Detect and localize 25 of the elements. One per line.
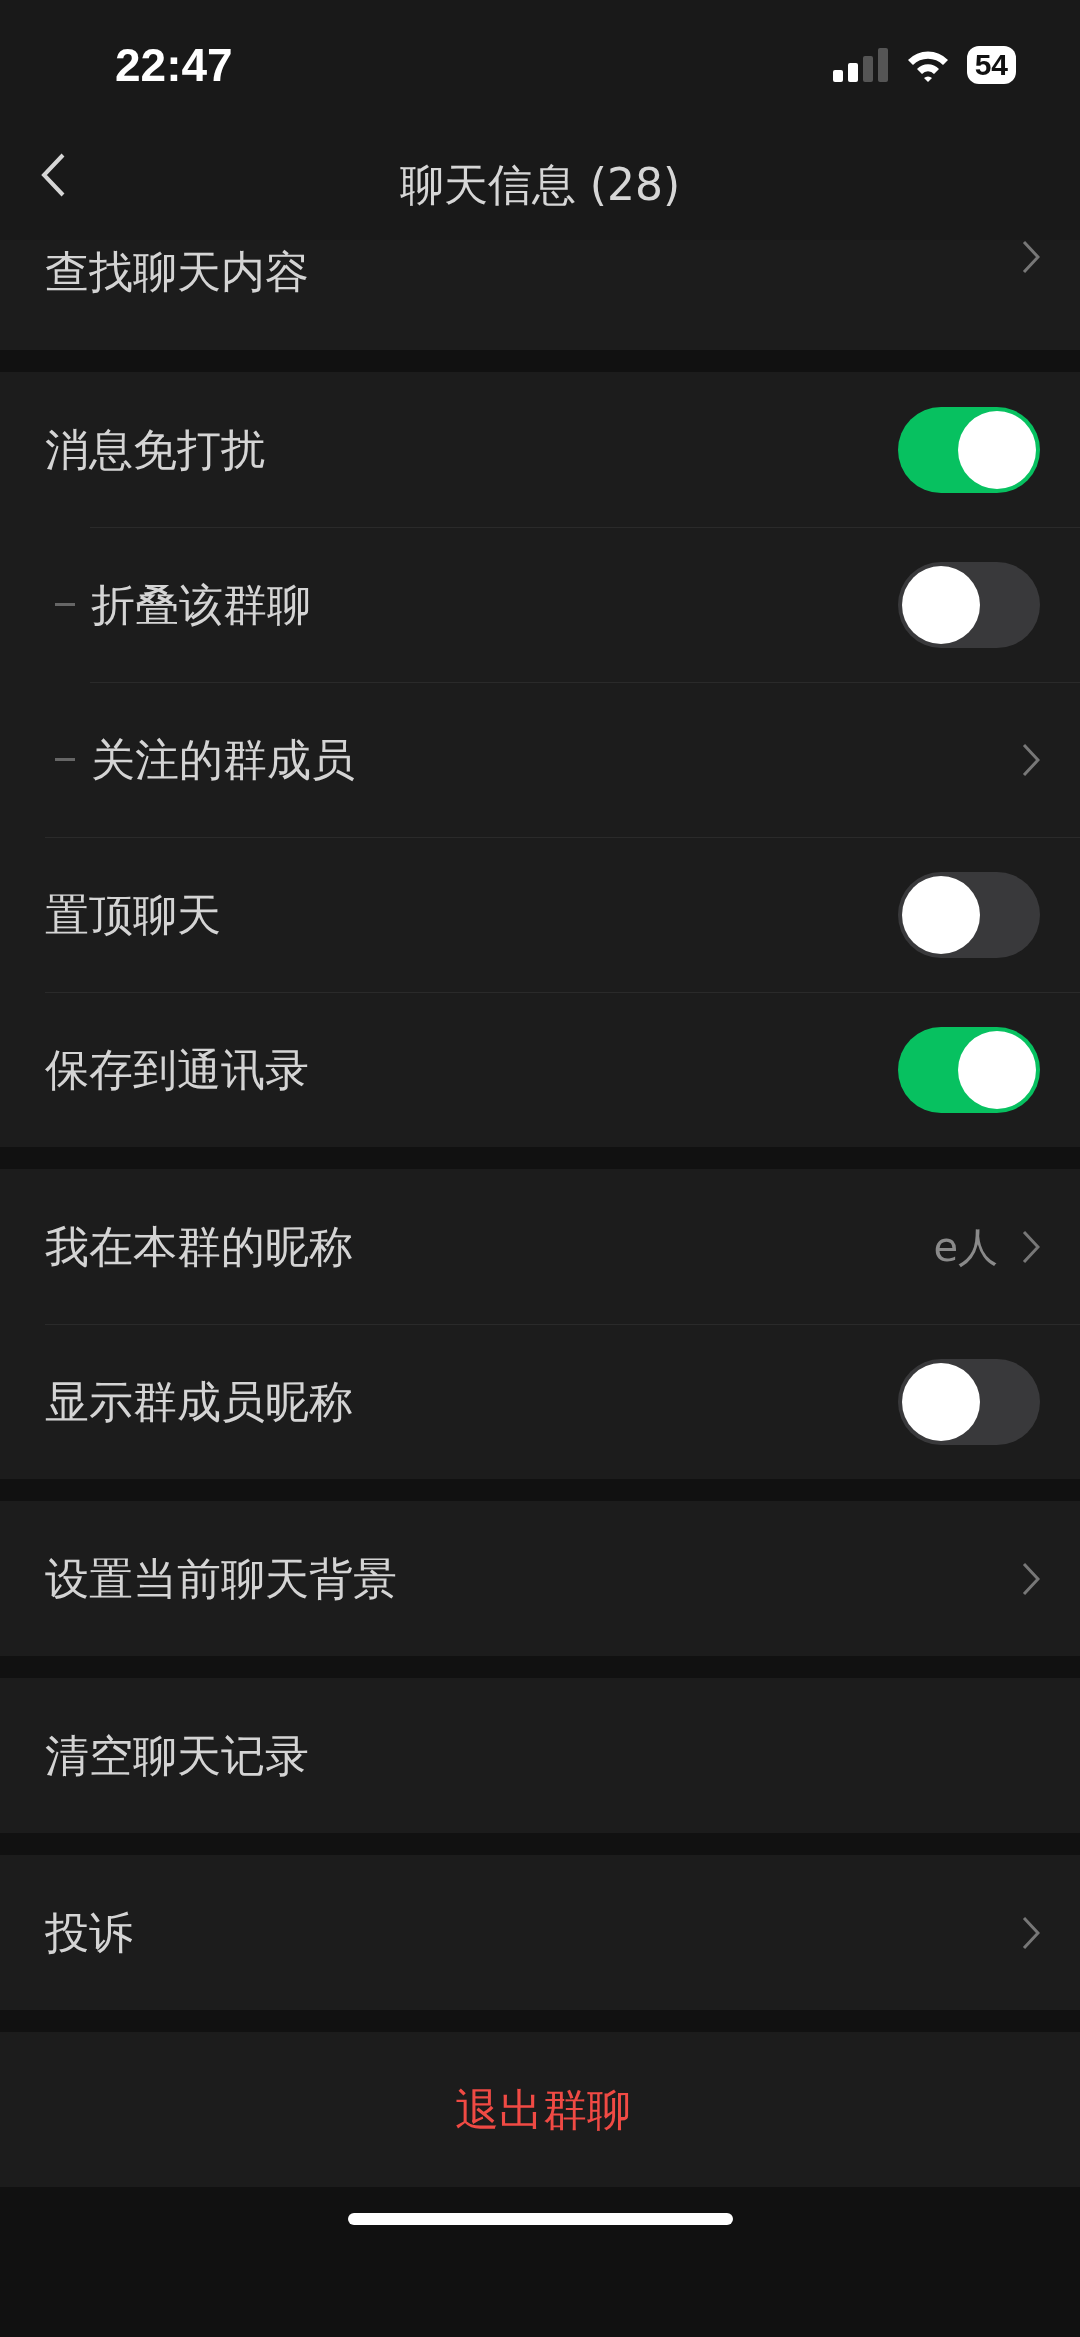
row-label: 关注的群成员 xyxy=(91,732,355,787)
signal-icon xyxy=(832,48,889,82)
dash-icon xyxy=(55,603,75,606)
row-label: 我在本群的昵称 xyxy=(45,1219,353,1274)
chevron-icon xyxy=(1022,1561,1040,1596)
status-time: 22:47 xyxy=(115,37,233,93)
chevron-icon xyxy=(1022,742,1040,777)
row-label: 折叠该群聊 xyxy=(91,577,311,632)
page-title: 聊天信息 (28) xyxy=(399,158,681,212)
chevron-icon xyxy=(1022,240,1040,274)
row-label: 清空聊天记录 xyxy=(45,1728,309,1783)
row-label: 投诉 xyxy=(45,1905,133,1960)
row-label: 显示群成员昵称 xyxy=(45,1374,353,1429)
row-label: 查找聊天内容 xyxy=(45,245,309,299)
row-label: 保存到通讯录 xyxy=(45,1042,309,1097)
dash-icon xyxy=(55,758,75,761)
exit-group-button[interactable]: 退出群聊 xyxy=(454,2077,631,2142)
chevron-icon xyxy=(1022,1915,1040,1950)
row-value: e人 xyxy=(933,1222,998,1272)
row-label: 设置当前聊天背景 xyxy=(45,1551,397,1606)
back-button[interactable] xyxy=(40,152,66,198)
battery-level: 54 xyxy=(966,46,1016,84)
row-label: 消息免打扰 xyxy=(45,422,265,477)
row-label: 置顶聊天 xyxy=(45,887,221,942)
chevron-icon xyxy=(1022,1229,1040,1264)
